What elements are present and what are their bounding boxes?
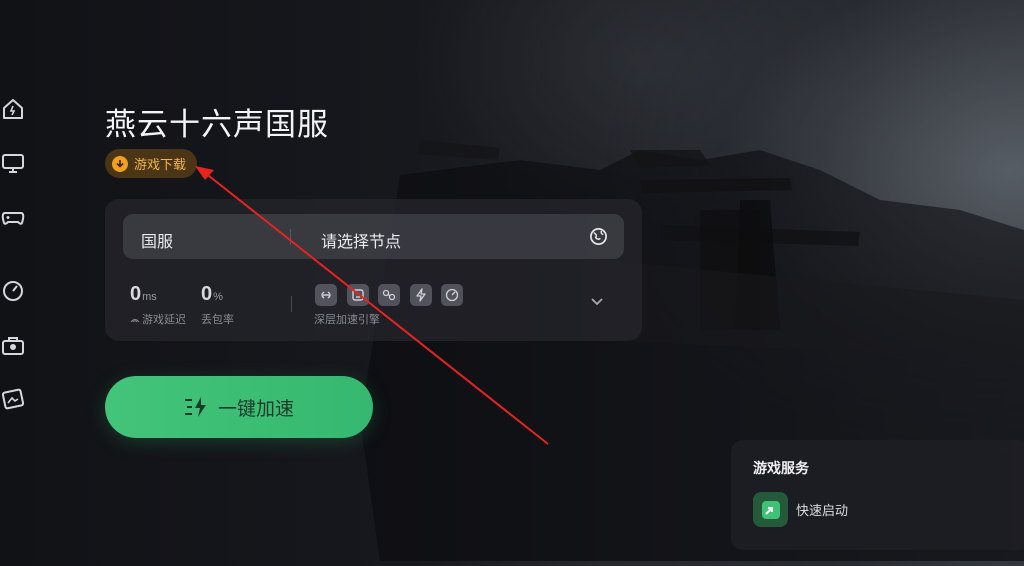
acceleration-panel: 国服 请选择节点 0ms 游戏延迟 0% 丢包率 深层加速引擎 [105,199,642,341]
divider [291,296,292,312]
sidebar-item-toolbox[interactable] [0,332,26,358]
quick-launch-label: 快速启动 [796,503,849,518]
region-node-selector: 国服 请选择节点 [123,214,624,259]
globe-icon[interactable] [589,227,608,246]
accelerate-label: 一键加速 [217,398,294,420]
signal-icon [130,319,140,323]
link-icon[interactable] [315,284,337,306]
latency-unit: ms [142,291,157,303]
toolbox-icon [2,337,24,355]
gamepad-icon [1,212,25,225]
packet-loss-value: 0 [201,283,213,305]
game-title: 燕云十六声国服 [105,107,329,142]
monitor-icon [2,154,24,173]
latency-value: 0 [130,283,142,305]
latency-caption: 游戏延迟 [130,311,186,327]
node-selector[interactable]: 请选择节点 [321,228,401,252]
quick-launch-item[interactable]: 快速启动 [753,492,848,527]
divider [290,229,291,245]
engine-caption: 深层加速引擎 [314,314,380,326]
image-card-icon [1,388,25,410]
sidebar-item-gallery[interactable] [0,386,26,412]
speedometer-icon [3,281,23,301]
chevron-down-icon[interactable] [589,295,605,307]
nodes-icon[interactable] [378,284,400,306]
one-click-accelerate-button[interactable]: 一键加速 [105,376,373,438]
window-icon[interactable] [347,284,369,306]
accelerate-icon [184,397,206,417]
game-download-label: 游戏下载 [134,157,187,172]
latency-stat: 0ms 游戏延迟 [130,283,186,326]
download-icon [112,155,128,172]
sidebar-item-games[interactable] [0,204,26,230]
game-download-button[interactable]: 游戏下载 [105,149,197,178]
sidebar [0,88,28,428]
lightning-icon[interactable] [410,284,432,306]
game-services-panel: 游戏服务 快速启动 [731,440,1024,550]
packet-loss-unit: % [213,291,223,303]
sidebar-item-home[interactable] [0,96,26,122]
region-selector[interactable]: 国服 [141,228,173,252]
quick-launch-icon [753,492,788,527]
sidebar-item-speedtest[interactable] [0,278,26,304]
packet-loss-caption: 丢包率 [201,314,234,326]
sidebar-item-monitor[interactable] [0,150,26,176]
services-title: 游戏服务 [753,460,809,476]
packet-loss-stat: 0% 丢包率 [201,283,234,326]
home-icon [3,99,23,119]
gauge-icon[interactable] [441,284,463,306]
